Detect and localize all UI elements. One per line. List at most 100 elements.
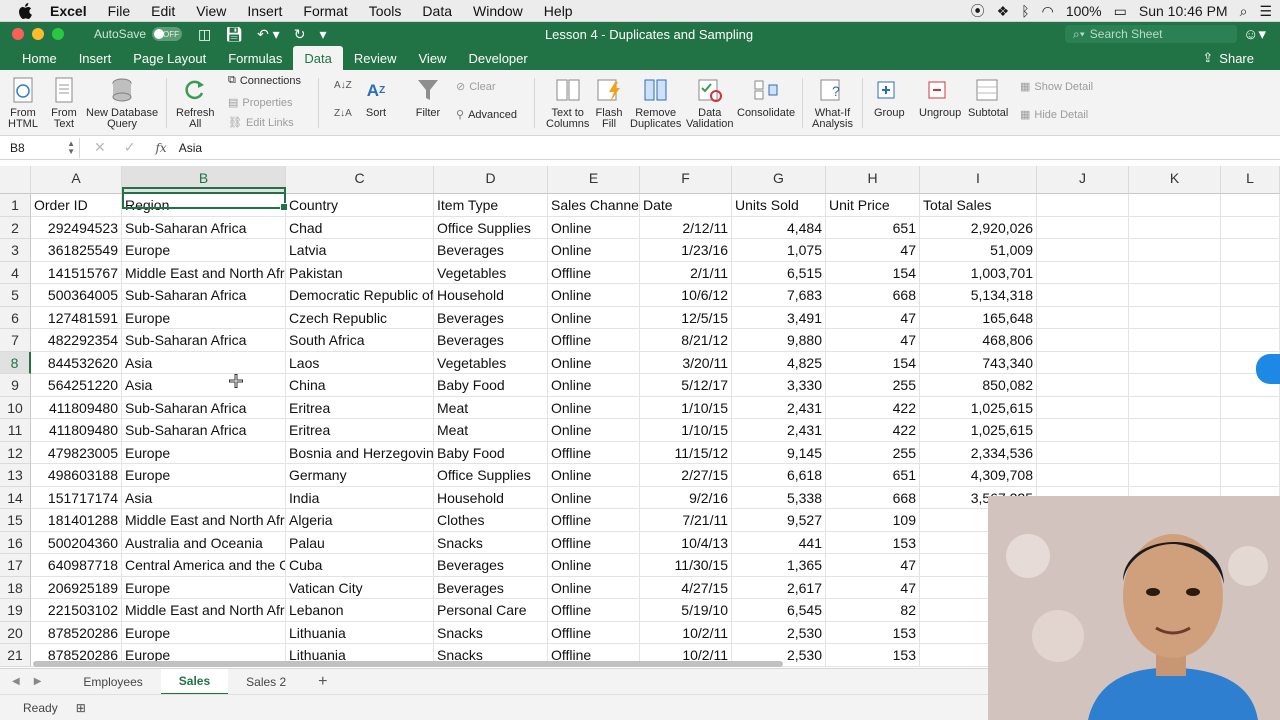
cell-c13[interactable]: Germany [286,464,434,487]
cell-l4[interactable] [1221,261,1280,284]
battery-icon[interactable]: ▭ [1114,3,1127,20]
cell-a18[interactable]: 206925189 [31,576,122,599]
cell-c18[interactable]: Vatican City [286,576,434,599]
wifi-icon[interactable]: ◠ [1042,3,1054,20]
cell-j7[interactable] [1037,329,1129,352]
row-header-4[interactable]: 4 [0,261,31,284]
cell-h2[interactable]: 651 [826,216,920,239]
cell-g7[interactable]: 9,880 [732,329,826,352]
cell-c5[interactable]: Democratic Republic of the Congo [286,284,434,307]
cell-f5[interactable]: 10/6/12 [640,284,732,307]
cell-j13[interactable] [1037,464,1129,487]
cell-l6[interactable] [1221,306,1280,329]
cell-h18[interactable]: 47 [826,576,920,599]
cell-a11[interactable]: 411809480 [31,419,122,442]
formula-input[interactable]: Asia [179,141,202,155]
cell-j4[interactable] [1037,261,1129,284]
cell-b4[interactable]: Middle East and North Africa [122,261,286,284]
cell-j11[interactable] [1037,419,1129,442]
cell-a20[interactable]: 878520286 [31,621,122,644]
text-to-columns-button[interactable]: Text to Columns [546,76,589,130]
cell-l11[interactable] [1221,419,1280,442]
consolidate-button[interactable]: Consolidate [737,76,795,119]
cell-c14[interactable]: India [286,486,434,509]
cell-j9[interactable] [1037,374,1129,397]
cell-b12[interactable]: Europe [122,441,286,464]
cell-i7[interactable]: 468,806 [920,329,1037,352]
cell-g6[interactable]: 3,491 [732,306,826,329]
cell-j10[interactable] [1037,396,1129,419]
autosave-control[interactable]: AutoSave OFF [94,27,183,41]
cell-f13[interactable]: 2/27/15 [640,464,732,487]
cell-d19[interactable]: Personal Care [434,599,548,622]
row-header-21[interactable]: 21 [0,644,31,667]
cell-c1[interactable]: Country [286,194,434,217]
cell-c8[interactable]: Laos [286,351,434,374]
row-header-14[interactable]: 14 [0,486,31,509]
cell-c7[interactable]: South Africa [286,329,434,352]
column-header-g[interactable]: G [732,166,826,194]
column-header-b[interactable]: B [122,166,286,194]
cell-b9[interactable]: Asia [122,374,286,397]
cell-a5[interactable]: 500364005 [31,284,122,307]
tab-review[interactable]: Review [343,46,408,70]
cell-c19[interactable]: Lebanon [286,599,434,622]
hide-detail-button[interactable]: ▦ Hide Detail [1020,108,1088,122]
filter-button[interactable]: Filter [414,76,442,119]
cell-e13[interactable]: Online [548,464,640,487]
cell-b18[interactable]: Europe [122,576,286,599]
cell-j5[interactable] [1037,284,1129,307]
cell-l7[interactable] [1221,329,1280,352]
cell-b3[interactable]: Europe [122,239,286,262]
bluetooth-icon[interactable]: ᛒ [1021,3,1029,19]
cell-c15[interactable]: Algeria [286,509,434,532]
cell-j12[interactable] [1037,441,1129,464]
cell-e6[interactable]: Online [548,306,640,329]
cell-l13[interactable] [1221,464,1280,487]
cell-k4[interactable] [1129,261,1221,284]
cell-k10[interactable] [1129,396,1221,419]
cell-b19[interactable]: Middle East and North Africa [122,599,286,622]
cell-e15[interactable]: Offline [548,509,640,532]
customize-toolbar-icon[interactable]: ▾ [319,26,326,43]
tab-formulas[interactable]: Formulas [217,46,293,70]
cell-d14[interactable]: Household [434,486,548,509]
cell-e11[interactable]: Online [548,419,640,442]
cell-h10[interactable]: 422 [826,396,920,419]
from-text-button[interactable]: From Text [50,76,78,130]
column-header-i[interactable]: I [920,166,1037,194]
column-header-d[interactable]: D [434,166,548,194]
cell-i11[interactable]: 1,025,615 [920,419,1037,442]
cell-k13[interactable] [1129,464,1221,487]
clear-filter-button[interactable]: ⊘ Clear [456,80,496,94]
menu-window[interactable]: Window [473,3,523,19]
row-header-10[interactable]: 10 [0,396,31,419]
cell-a7[interactable]: 482292354 [31,329,122,352]
cell-b5[interactable]: Sub-Saharan Africa [122,284,286,307]
cell-g17[interactable]: 1,365 [732,554,826,577]
cell-k11[interactable] [1129,419,1221,442]
cell-b1[interactable]: Region [122,194,286,217]
cell-g16[interactable]: 441 [732,531,826,554]
save-icon[interactable]: 💾︎ [225,26,243,43]
cell-a19[interactable]: 221503102 [31,599,122,622]
clock[interactable]: Sun 10:46 PM [1139,3,1228,19]
confirm-entry-icon[interactable]: ✓ [124,139,136,156]
cell-i6[interactable]: 165,648 [920,306,1037,329]
cell-e5[interactable]: Online [548,284,640,307]
row-header-15[interactable]: 15 [0,509,31,532]
cell-k8[interactable] [1129,351,1221,374]
cell-b14[interactable]: Asia [122,486,286,509]
row-header-19[interactable]: 19 [0,599,31,622]
cell-c11[interactable]: Eritrea [286,419,434,442]
column-header-k[interactable]: K [1129,166,1221,194]
ungroup-button[interactable]: Ungroup [919,76,961,119]
cell-g9[interactable]: 3,330 [732,374,826,397]
cell-l1[interactable] [1221,194,1280,217]
cell-i4[interactable]: 1,003,701 [920,261,1037,284]
row-header-18[interactable]: 18 [0,576,31,599]
cell-h17[interactable]: 47 [826,554,920,577]
cell-k9[interactable] [1129,374,1221,397]
menu-data[interactable]: Data [422,3,452,19]
cell-f14[interactable]: 9/2/16 [640,486,732,509]
